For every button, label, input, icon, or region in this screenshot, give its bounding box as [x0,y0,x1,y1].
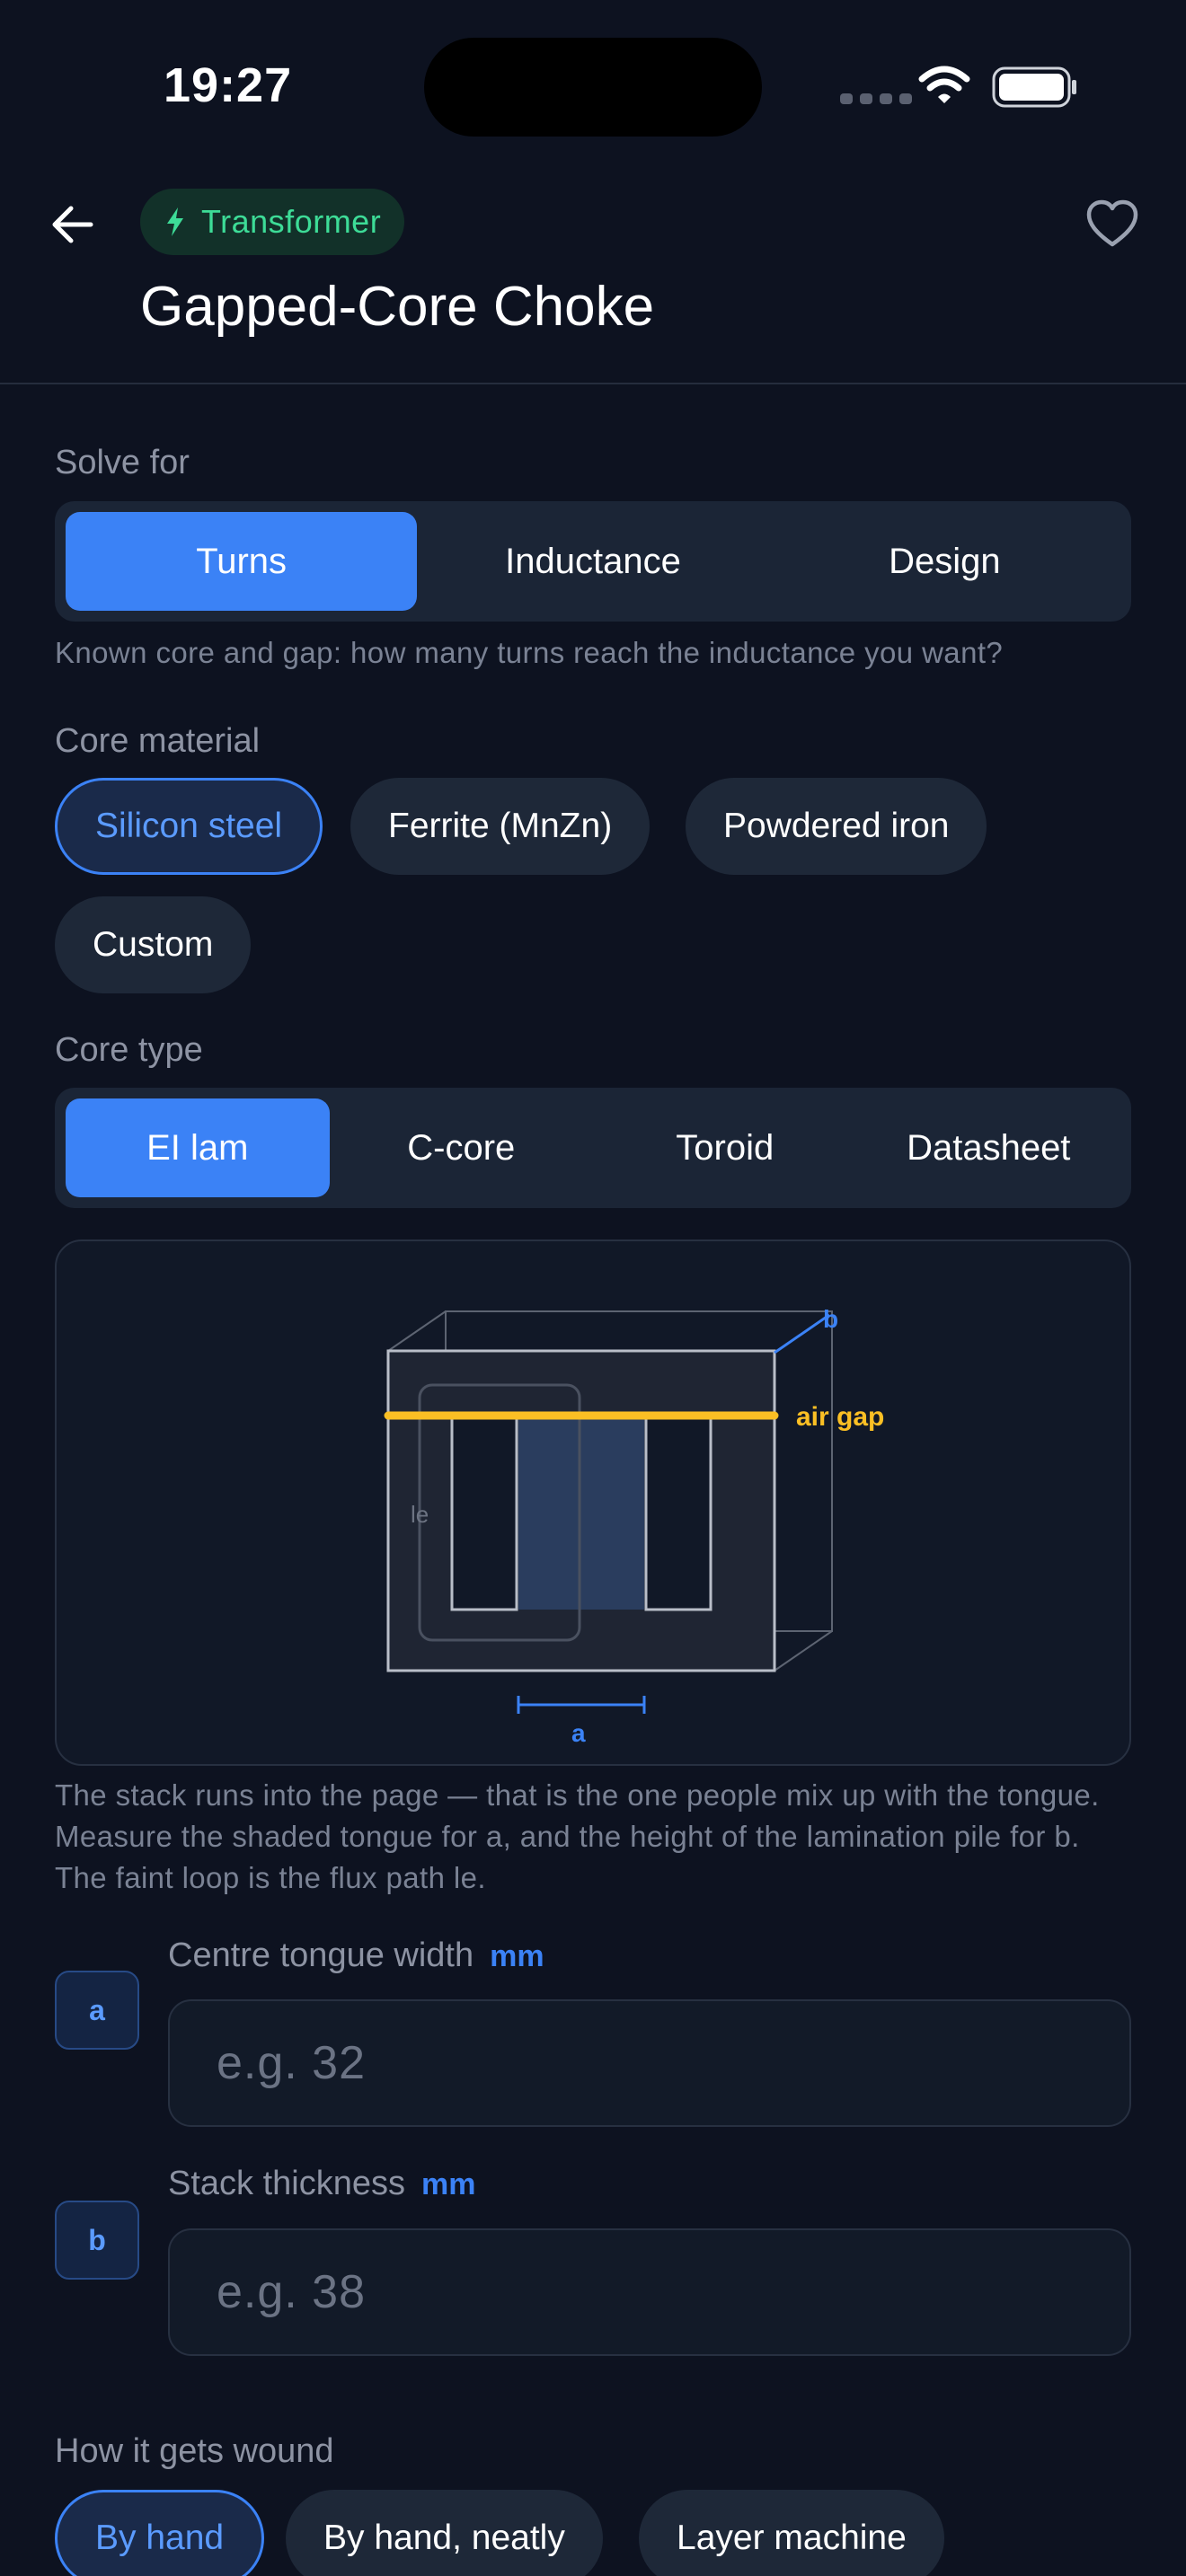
segment-datasheet[interactable]: Datasheet [857,1098,1121,1197]
ei-core-diagram: le air gap b a [384,1305,884,1747]
segment-inductance[interactable]: Inductance [417,512,768,611]
cellular-signal-icon [840,93,912,104]
field-unit: mm [421,2167,476,2201]
diagram-caption: The stack runs into the page — that is t… [55,1778,1100,1894]
chip-by-hand[interactable]: By hand [55,2490,265,2576]
category-badge: Transformer [140,189,405,255]
solve-for-segmented-control: Turns Inductance Design [55,501,1131,622]
centre-tongue [518,1417,644,1610]
centre-tongue-width-input[interactable] [168,1999,1131,2127]
segment-design[interactable]: Design [769,512,1120,611]
battery-icon [992,66,1076,108]
core-material-label: Core material [55,722,261,760]
dimension-badge-a: a [55,1971,139,2050]
centre-tongue-width-label: Centre tongue width mm [168,1936,544,1975]
arrow-left-icon [52,206,93,243]
favorite-button[interactable] [1084,196,1141,253]
back-button[interactable] [47,199,97,250]
b-label: b [823,1305,838,1333]
field-label-text: Stack thickness [168,2165,405,2202]
le-label: le [411,1501,429,1528]
lightning-icon [167,207,183,236]
core-window-right [644,1416,712,1611]
segment-turns[interactable]: Turns [66,512,418,611]
core-type-label: Core type [55,1031,203,1069]
heart-icon [1086,199,1138,247]
chip-ferrite[interactable]: Ferrite (MnZn) [350,778,651,875]
b-dimension-line [774,1313,830,1354]
core-diagram-panel: le air gap b a [55,1239,1131,1766]
status-time: 19:27 [164,58,293,112]
chip-layer-machine[interactable]: Layer machine [639,2490,944,2576]
dimension-badge-b: b [55,2201,139,2280]
a-label: a [571,1719,586,1747]
winding-label: How it gets wound [55,2432,334,2470]
chip-by-hand-neatly[interactable]: By hand, neatly [286,2490,603,2576]
air-gap-label: air gap [796,1402,884,1432]
core-type-segmented-control: EI lam C-core Toroid Datasheet [55,1088,1131,1208]
chip-custom[interactable]: Custom [55,896,252,993]
field-label-text: Centre tongue width [168,1936,474,1974]
chip-powdered-iron[interactable]: Powdered iron [686,778,987,875]
dynamic-island [424,38,762,137]
page-title: Gapped-Core Choke [140,276,655,338]
core-window-left [450,1416,518,1611]
stack-thickness-label: Stack thickness mm [168,2165,475,2203]
segment-toroid[interactable]: Toroid [593,1098,857,1197]
field-unit: mm [490,1939,544,1973]
stack-thickness-input[interactable] [168,2228,1131,2356]
chip-silicon-steel[interactable]: Silicon steel [55,778,323,875]
solve-for-label: Solve for [55,444,190,481]
segment-ei-lam[interactable]: EI lam [66,1098,330,1197]
solve-for-hint: Known core and gap: how many turns reach… [55,636,1004,669]
header-divider [0,383,1186,384]
segment-c-core[interactable]: C-core [330,1098,594,1197]
wifi-icon [918,66,970,103]
category-label: Transformer [201,203,382,240]
